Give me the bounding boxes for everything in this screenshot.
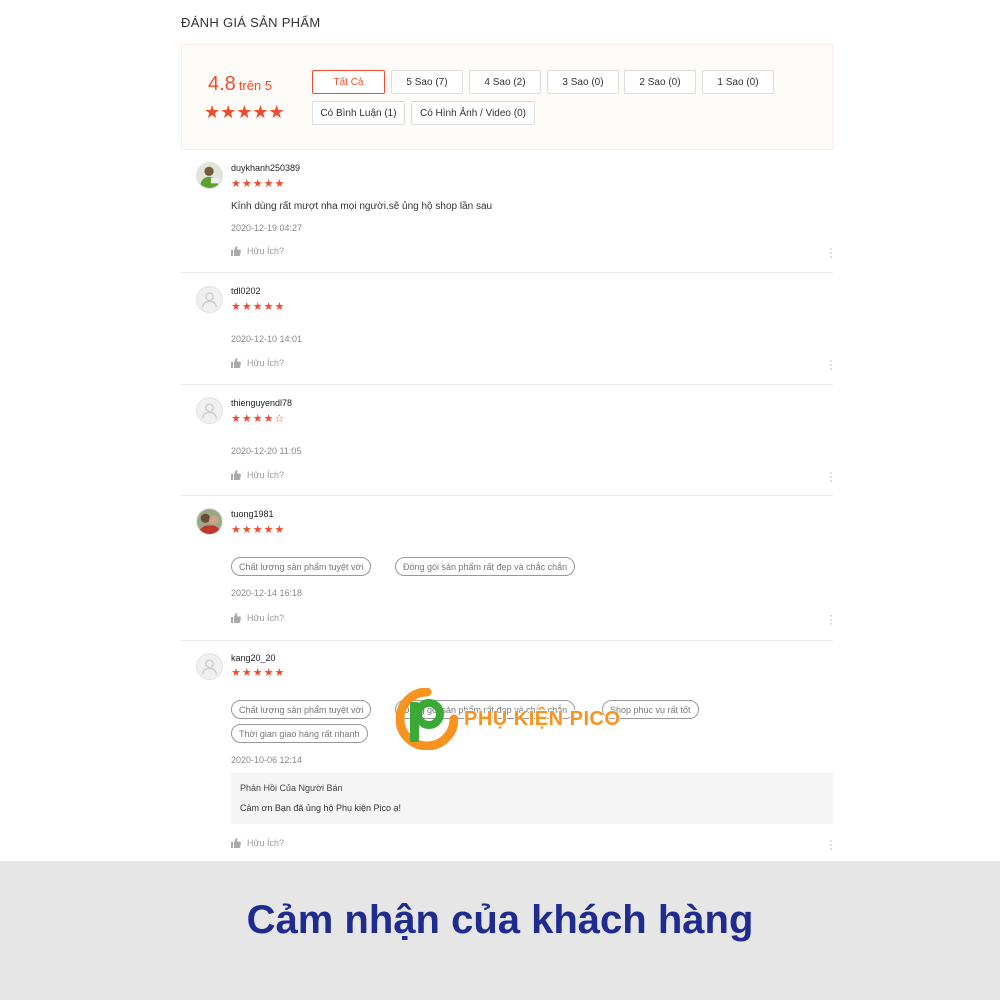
avatar: [196, 397, 223, 424]
seller-reply: Phản Hồi Của Người Bán Cảm ơn Bạn đã ủng…: [231, 773, 833, 824]
filter-with-media[interactable]: Có Hình Ảnh / Video (0): [411, 101, 535, 125]
review-username: tuong1981: [231, 509, 274, 519]
filter-2-star[interactable]: 2 Sao (0): [624, 70, 696, 94]
score-suffix: trên 5: [238, 78, 273, 93]
filter-5-star[interactable]: 5 Sao (7): [391, 70, 463, 94]
helpful-button[interactable]: Hữu Ích?: [231, 613, 284, 623]
review-item: duykhanh250389 ★★★★★ Kính dùng rất mượt …: [181, 150, 833, 273]
review-comment: Kính dùng rất mượt nha mọi người.sẽ ủng …: [231, 201, 493, 212]
rating-summary: 4.8 trên 5 ★★★★★ Tất Cả 5 Sao (7) 4 Sao (…: [181, 44, 833, 150]
thumbs-up-icon: [231, 246, 241, 256]
rating-score: 4.8 trên 5: [208, 73, 272, 96]
review-item: tdl0202 ★★★★★ 2020-12-10 14:01 Hữu Ích? …: [181, 273, 833, 385]
more-options-icon[interactable]: · · ·: [829, 609, 833, 629]
avatar: [196, 162, 223, 189]
review-username: thienguyendl78: [231, 398, 293, 408]
helpful-button[interactable]: Hữu Ích?: [231, 470, 284, 480]
caption-text: Cảm nhận của khách hàng: [246, 898, 754, 942]
thumbs-up-icon: [231, 613, 241, 623]
pico-logo-icon: [396, 688, 458, 750]
more-options-icon[interactable]: · · ·: [829, 354, 833, 374]
filter-1-star[interactable]: 1 Sao (0): [702, 70, 774, 94]
page-title: ĐÁNH GIÁ SẢN PHẨM: [181, 15, 321, 30]
helpful-label: Hữu Ích?: [247, 470, 285, 480]
seller-reply-text: Cảm ơn Bạn đã ủng hộ Phụ kiện Pico ạ!: [240, 803, 402, 813]
review-item: kang20_20 ★★★★★ Chất lượng sản phẩm tuyệ…: [181, 641, 833, 861]
review-date: 2020-12-19 04:27: [231, 223, 303, 233]
review-username: duykhanh250389: [231, 163, 301, 173]
review-date: 2020-12-10 14:01: [231, 334, 303, 344]
review-tag: Chất lượng sản phẩm tuyệt vời: [231, 557, 372, 576]
helpful-label: Hữu Ích?: [247, 613, 285, 623]
filter-3-star[interactable]: 3 Sao (0): [547, 70, 619, 94]
default-avatar-icon: [202, 292, 217, 308]
review-date: 2020-10-06 12:14: [231, 755, 303, 765]
filter-with-comment[interactable]: Có Bình Luận (1): [312, 101, 405, 125]
review-stars: ★★★★★: [231, 667, 286, 679]
avatar-photo-icon: [197, 163, 222, 188]
seller-reply-title: Phản Hồi Của Người Bán: [240, 783, 343, 793]
filter-4-star[interactable]: 4 Sao (2): [469, 70, 541, 94]
more-options-icon[interactable]: · · ·: [829, 466, 833, 486]
avatar: [196, 653, 223, 680]
filter-all[interactable]: Tất Cả: [312, 70, 385, 94]
review-stars: ★★★★★: [231, 178, 286, 190]
score-value: 4.8: [208, 73, 236, 95]
helpful-label: Hữu Ích?: [247, 838, 285, 848]
review-stars: ★★★★★: [231, 524, 286, 536]
review-tag: Đóng gói sản phẩm rất đẹp và chắc chắn: [395, 557, 576, 576]
watermark-text: PHỤ KIỆN PICO: [464, 708, 621, 730]
review-username: kang20_20: [231, 653, 276, 663]
review-stars: ★★★★☆: [231, 413, 286, 425]
helpful-label: Hữu Ích?: [247, 246, 285, 256]
default-avatar-icon: [202, 403, 217, 419]
avatar: [196, 286, 223, 313]
avatar-photo-icon: [197, 509, 222, 534]
review-date: 2020-12-20 11:05: [231, 446, 302, 456]
helpful-button[interactable]: Hữu Ích?: [231, 246, 284, 256]
review-tag: Thời gian giao hàng rất nhanh: [231, 724, 368, 743]
helpful-button[interactable]: Hữu Ích?: [231, 838, 284, 848]
review-stars: ★★★★★: [231, 301, 286, 313]
caption-banner: Cảm nhận của khách hàng: [0, 861, 1000, 1000]
more-options-icon[interactable]: · · ·: [829, 242, 833, 262]
default-avatar-icon: [202, 659, 217, 675]
more-options-icon[interactable]: · · ·: [829, 834, 833, 854]
thumbs-up-icon: [231, 358, 241, 368]
review-username: tdl0202: [231, 286, 261, 296]
avatar: [196, 508, 223, 535]
review-item: thienguyendl78 ★★★★☆ 2020-12-20 11:05 Hữ…: [181, 385, 833, 496]
thumbs-up-icon: [231, 838, 241, 848]
review-item: tuong1981 ★★★★★ Chất lượng sản phẩm tuyệ…: [181, 496, 833, 641]
brand-watermark: PHỤ KIỆN PICO: [396, 688, 656, 750]
helpful-label: Hữu Ích?: [247, 358, 285, 368]
review-date: 2020-12-14 16:18: [231, 588, 303, 598]
summary-stars: ★★★★★: [204, 102, 285, 122]
helpful-button[interactable]: Hữu Ích?: [231, 358, 284, 368]
thumbs-up-icon: [231, 470, 241, 480]
review-tag: Chất lượng sản phẩm tuyệt vời: [231, 700, 372, 719]
